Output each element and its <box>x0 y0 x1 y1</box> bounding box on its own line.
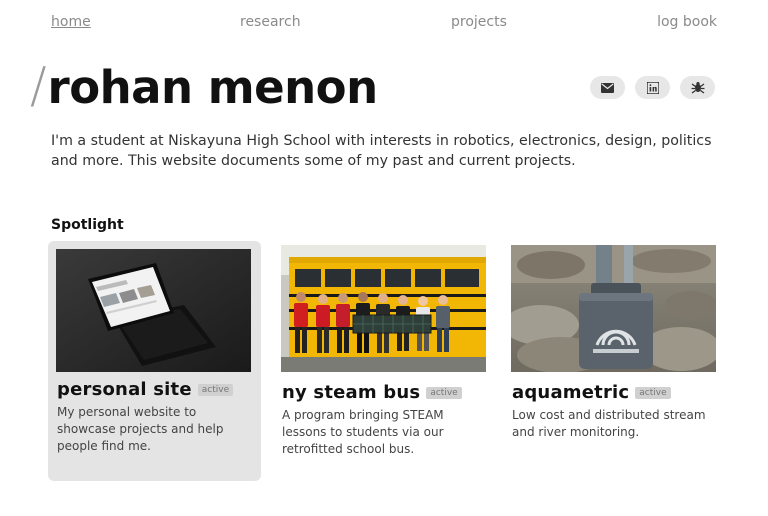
nav-home-link[interactable]: home <box>51 14 91 30</box>
card-title: aquametric <box>512 382 630 403</box>
status-badge: active <box>197 383 234 396</box>
top-nav: home research projects log book <box>51 14 717 34</box>
project-card-personal-site[interactable]: personal site active My personal website… <box>48 241 261 481</box>
river-sensor-photo <box>511 245 716 372</box>
page-title: rohan menon <box>47 61 379 114</box>
page-header: / rohan menon <box>30 58 378 110</box>
nav-projects-link[interactable]: projects <box>451 14 507 30</box>
email-button[interactable] <box>590 76 625 99</box>
intro-text: I'm a student at Niskayuna High School w… <box>51 133 712 169</box>
card-title: personal site <box>57 379 192 400</box>
laptop-photo <box>56 249 251 372</box>
spotlight-heading: Spotlight <box>51 217 124 233</box>
linkedin-button[interactable] <box>635 76 670 99</box>
status-badge: active <box>426 386 462 399</box>
school-bus-photo <box>281 245 486 372</box>
card-description: A program bringing STEAM lessons to stud… <box>282 408 444 456</box>
bug-button[interactable] <box>680 76 715 99</box>
social-links <box>590 76 715 99</box>
title-slash: / <box>30 57 47 114</box>
nav-logbook-link[interactable]: log book <box>657 14 717 30</box>
card-description: Low cost and distributed stream and rive… <box>512 408 706 439</box>
card-description: My personal website to showcase projects… <box>57 405 224 453</box>
bug-icon <box>691 82 704 94</box>
card-title: ny steam bus <box>282 382 421 403</box>
linkedin-icon <box>646 81 659 94</box>
nav-research-link[interactable]: research <box>240 14 301 30</box>
mail-icon <box>601 82 614 93</box>
status-badge: active <box>635 386 671 399</box>
